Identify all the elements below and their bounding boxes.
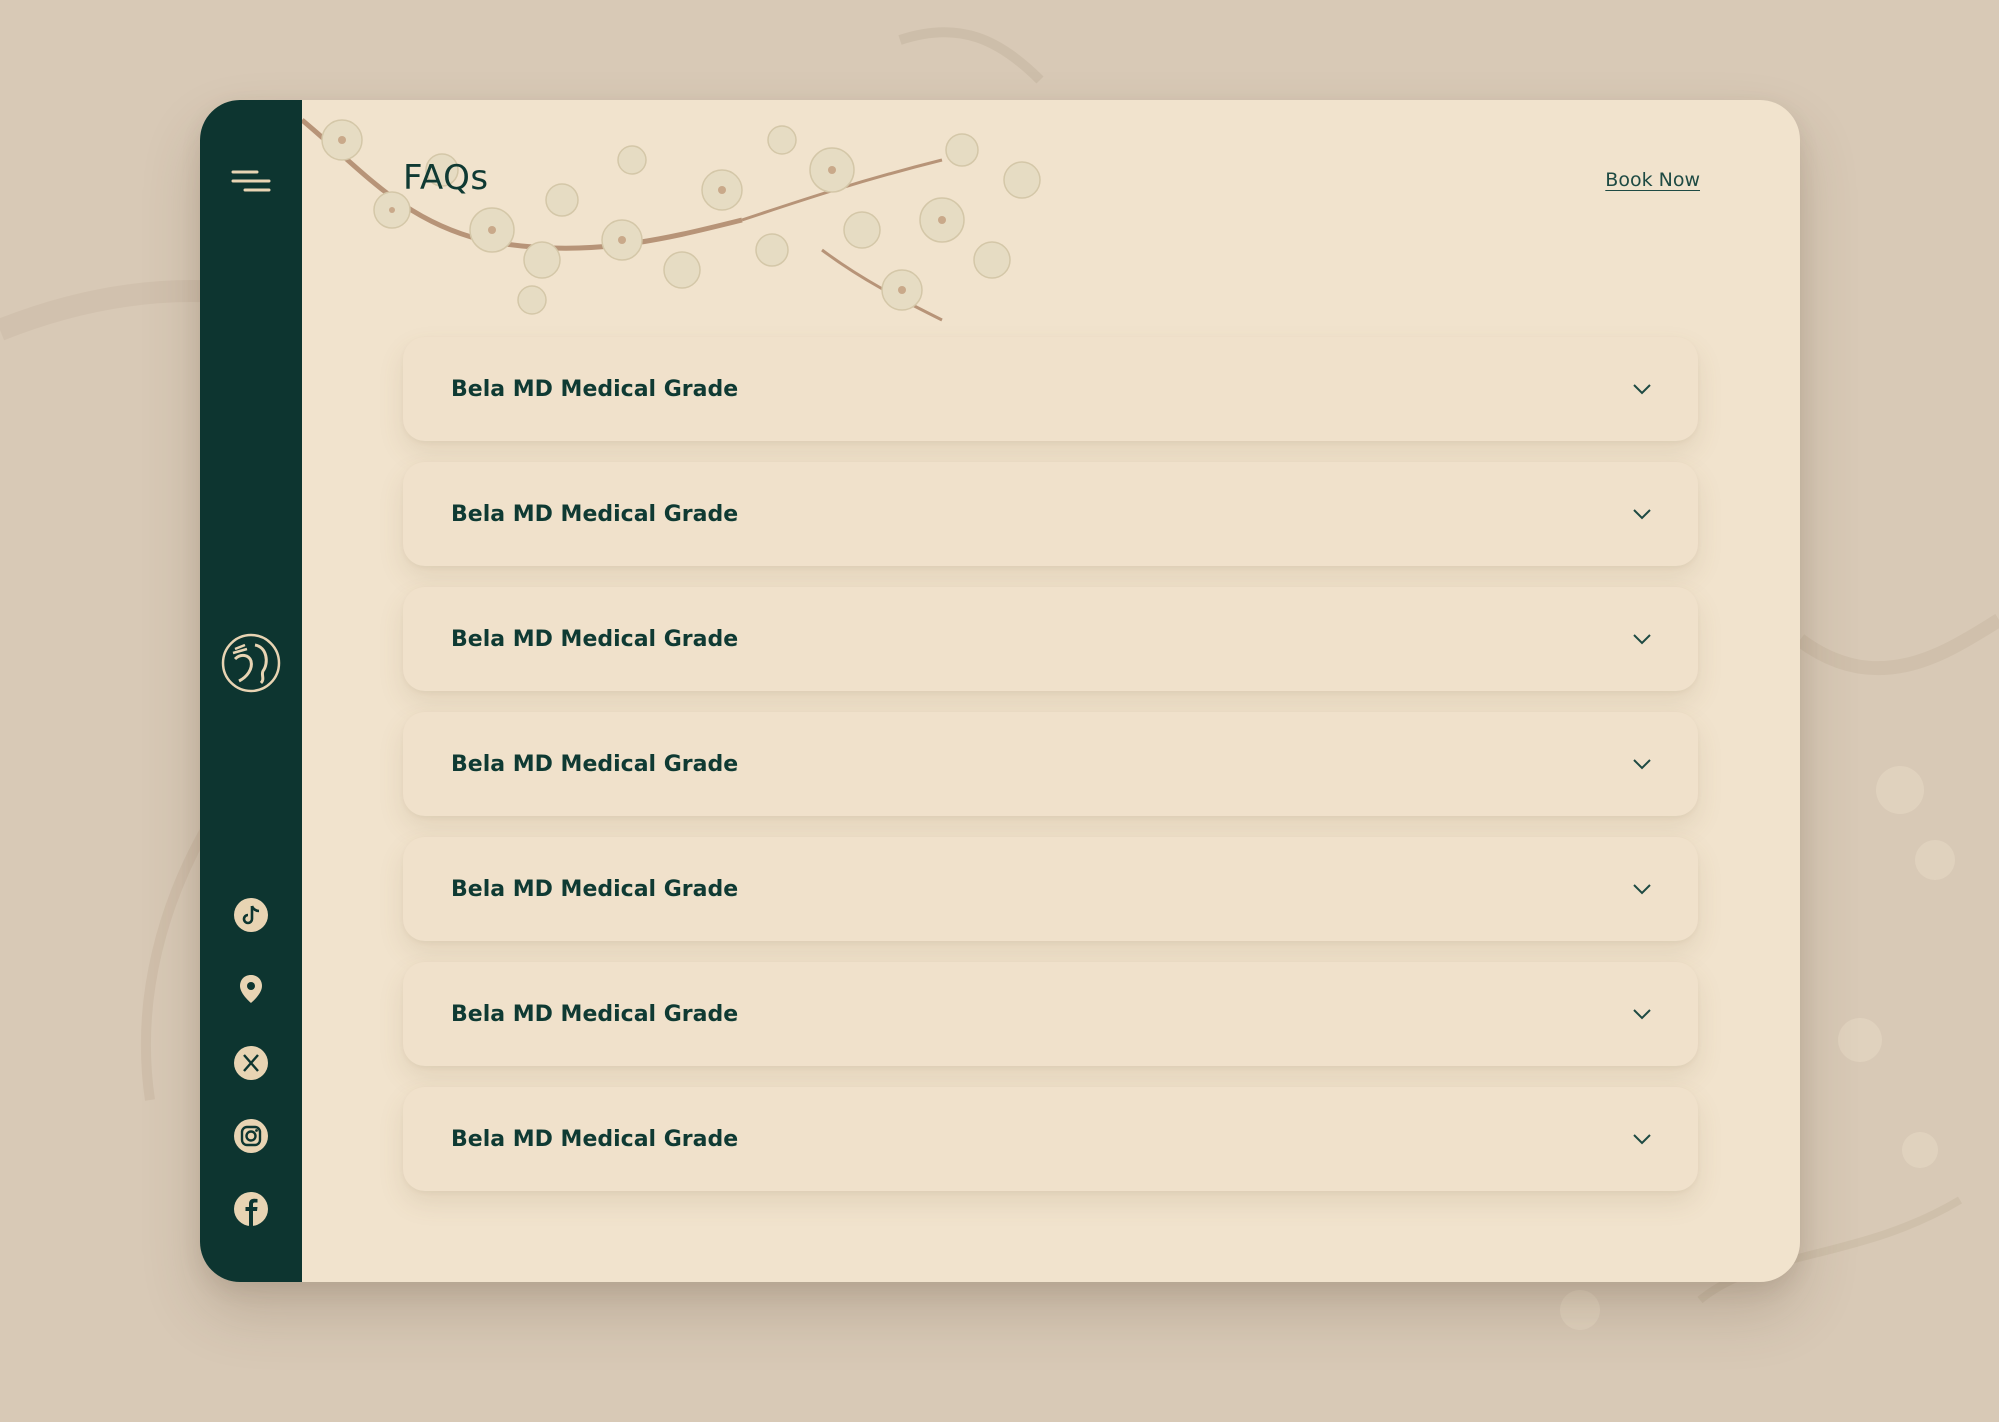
chevron-down-icon[interactable] (1630, 377, 1654, 401)
woman-profile-logo[interactable] (221, 633, 281, 693)
tiktok-icon[interactable] (233, 897, 269, 933)
faq-item[interactable]: Bela MD Medical Grade (403, 462, 1698, 566)
faq-question: Bela MD Medical Grade (451, 1126, 739, 1152)
faq-list: Bela MD Medical Grade Bela MD Medical Gr… (403, 337, 1698, 1212)
chevron-down-icon[interactable] (1630, 877, 1654, 901)
x-icon[interactable] (233, 1045, 269, 1081)
faq-item[interactable]: Bela MD Medical Grade (403, 962, 1698, 1066)
faq-question: Bela MD Medical Grade (451, 1001, 739, 1027)
faq-question: Bela MD Medical Grade (451, 876, 739, 902)
chevron-down-icon[interactable] (1630, 752, 1654, 776)
page-title: FAQs (403, 158, 489, 198)
chevron-down-icon[interactable] (1630, 502, 1654, 526)
faq-card: FAQs Book Now Bela MD Medical Grade Bela… (200, 100, 1800, 1282)
faq-item[interactable]: Bela MD Medical Grade (403, 1087, 1698, 1191)
instagram-icon[interactable] (233, 1118, 269, 1154)
faq-question: Bela MD Medical Grade (451, 376, 739, 402)
faq-question: Bela MD Medical Grade (451, 751, 739, 777)
faq-item[interactable]: Bela MD Medical Grade (403, 712, 1698, 816)
faq-question: Bela MD Medical Grade (451, 626, 739, 652)
book-now-link[interactable]: Book Now (1605, 169, 1700, 191)
chevron-down-icon[interactable] (1630, 627, 1654, 651)
faq-item[interactable]: Bela MD Medical Grade (403, 837, 1698, 941)
cherry-blossom-decoration (302, 118, 1041, 322)
location-pin-icon[interactable] (233, 971, 269, 1007)
chevron-down-icon[interactable] (1630, 1002, 1654, 1026)
faq-question: Bela MD Medical Grade (451, 501, 739, 527)
chevron-down-icon[interactable] (1630, 1127, 1654, 1151)
facebook-icon[interactable] (233, 1191, 269, 1227)
sidebar (200, 100, 302, 1282)
menu-icon[interactable] (230, 166, 272, 202)
faq-item[interactable]: Bela MD Medical Grade (403, 337, 1698, 441)
faq-item[interactable]: Bela MD Medical Grade (403, 587, 1698, 691)
